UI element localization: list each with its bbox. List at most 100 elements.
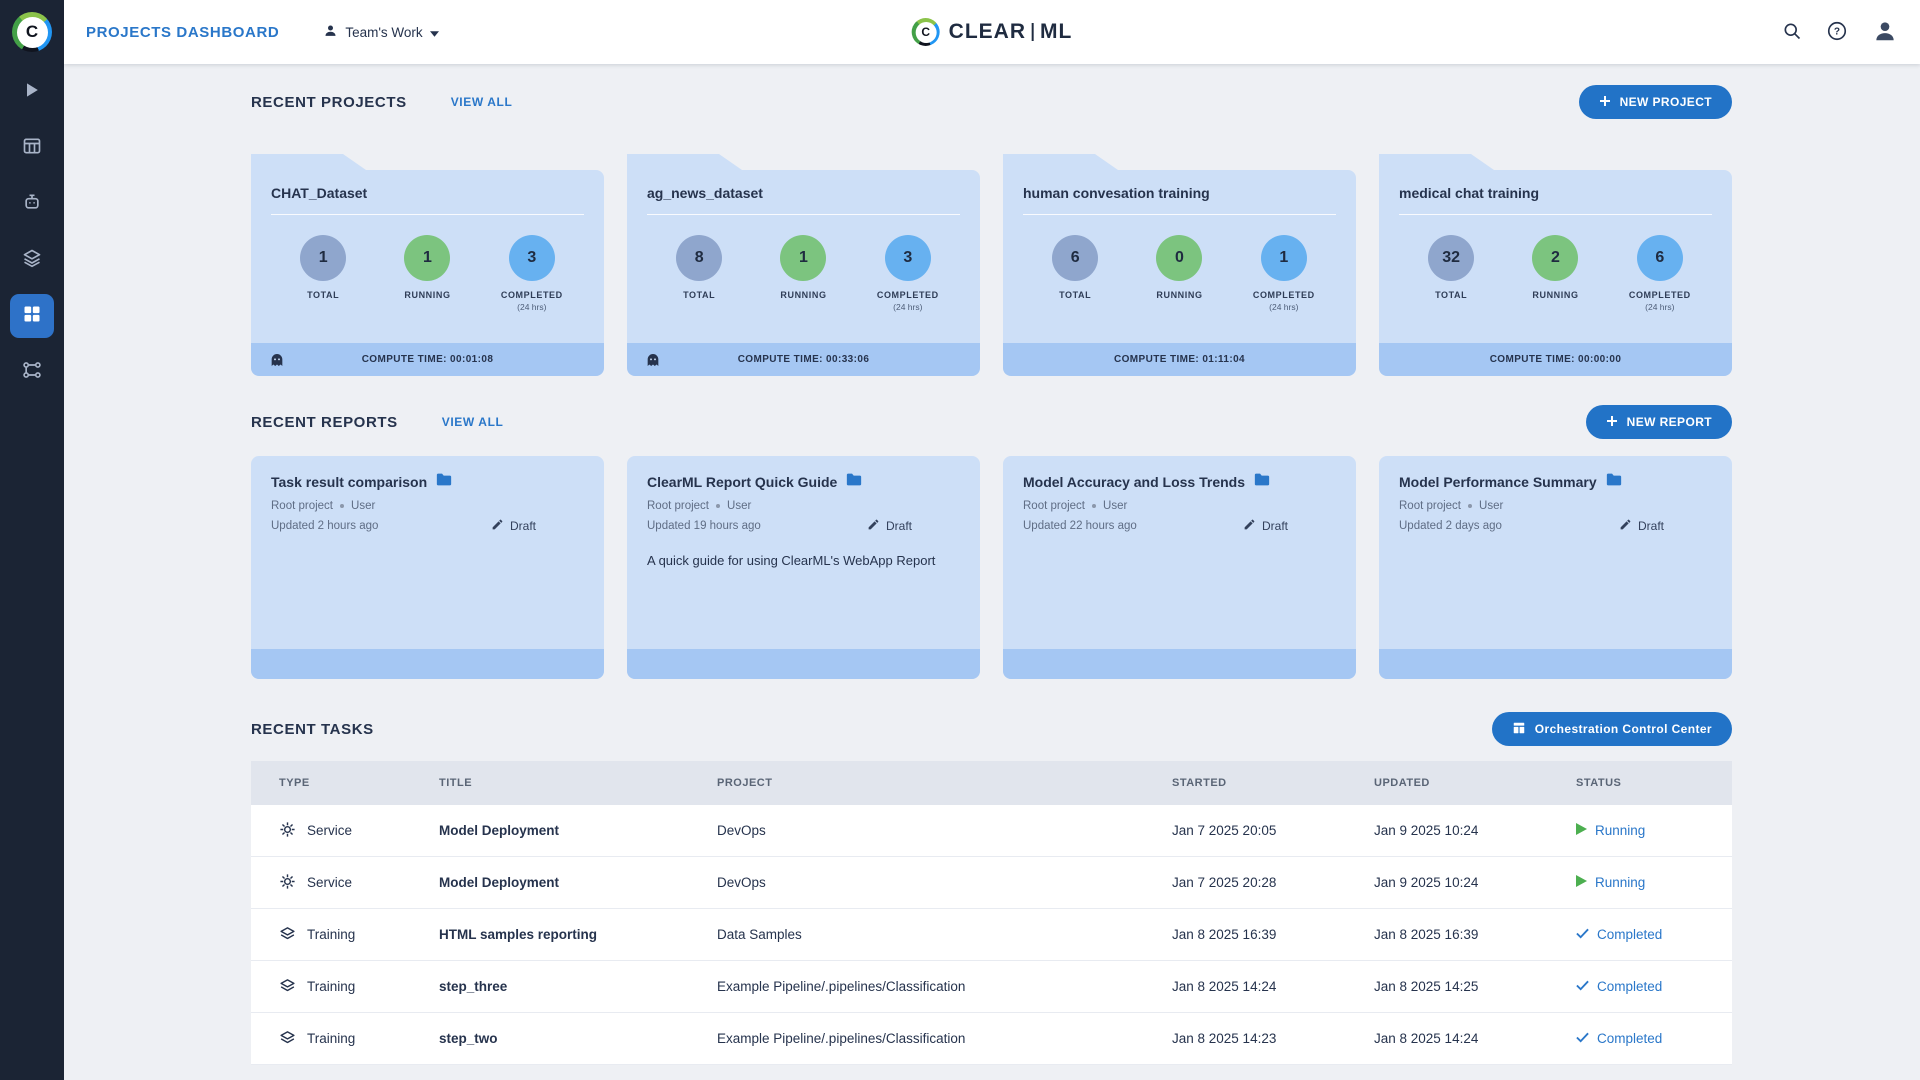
running-count-badge: 1 bbox=[780, 235, 827, 281]
report-updated: Updated 22 hours ago bbox=[1023, 520, 1137, 532]
report-project: Root project bbox=[647, 500, 710, 512]
stat-completed: 1 COMPLETED (24 hrs) bbox=[1244, 235, 1324, 312]
folder-icon bbox=[1606, 473, 1622, 491]
report-title: Task result comparison bbox=[271, 474, 428, 490]
training-icon bbox=[279, 1029, 296, 1049]
report-card-model-performance-summary[interactable]: Model Performance Summary Root project U… bbox=[1379, 456, 1732, 679]
main-column: PROJECTS DASHBOARD Team's Work C CLEAR M… bbox=[64, 0, 1920, 1080]
running-icon bbox=[1576, 823, 1587, 838]
table-row[interactable]: Service Model Deployment DevOps Jan 7 20… bbox=[251, 805, 1732, 857]
recent-reports-title: RECENT REPORTS bbox=[251, 413, 398, 431]
task-title: step_two bbox=[439, 1031, 498, 1046]
workspace-selector[interactable]: Team's Work bbox=[323, 23, 439, 41]
sidebar-item-projects[interactable] bbox=[10, 126, 54, 170]
report-card-clearml-report-quick-guide[interactable]: ClearML Report Quick Guide Root project … bbox=[627, 456, 980, 679]
task-project: Example Pipeline/.pipelines/Classificati… bbox=[717, 979, 966, 994]
svg-text:?: ? bbox=[1834, 26, 1840, 37]
folder-tab bbox=[1379, 154, 1494, 170]
report-title-row: Task result comparison bbox=[271, 473, 584, 491]
separator-dot bbox=[716, 504, 721, 508]
table-row[interactable]: Training step_three Example Pipeline/.pi… bbox=[251, 961, 1732, 1013]
completed-label: COMPLETED bbox=[876, 290, 939, 300]
projects-view-all-link[interactable]: VIEW ALL bbox=[451, 95, 513, 109]
project-stats: 1 TOTAL 1 RUNNING 3 COMPLETED (24 hrs) bbox=[271, 235, 584, 312]
grid-icon bbox=[1512, 721, 1526, 738]
reports-view-all-link[interactable]: VIEW ALL bbox=[442, 415, 504, 429]
task-started: Jan 8 2025 14:24 bbox=[1172, 979, 1277, 994]
project-card-body: ag_news_dataset 8 TOTAL 1 RUNNING 3 COMP… bbox=[627, 170, 980, 343]
task-title: HTML samples reporting bbox=[439, 927, 598, 942]
compute-time-bar: COMPUTE TIME: 01:11:04 bbox=[1003, 343, 1356, 376]
recent-tasks-header: RECENT TASKS Orchestration Control Cente… bbox=[251, 711, 1732, 747]
new-report-button[interactable]: NEW REPORT bbox=[1585, 405, 1732, 439]
stat-total: 6 TOTAL bbox=[1035, 235, 1115, 312]
plus-icon bbox=[1599, 95, 1611, 110]
report-card-model-accuracy-and-loss-trends[interactable]: Model Accuracy and Loss Trends Root proj… bbox=[1003, 456, 1356, 679]
report-card-body: Model Performance Summary Root project U… bbox=[1379, 456, 1732, 569]
clearml-brand: C CLEAR ML bbox=[911, 18, 1073, 46]
help-button[interactable]: ? bbox=[1826, 20, 1848, 45]
clearml-brand-text: CLEAR ML bbox=[949, 20, 1073, 44]
table-row[interactable]: Service Model Deployment DevOps Jan 7 20… bbox=[251, 857, 1732, 909]
training-icon bbox=[279, 925, 296, 945]
stat-running: 1 RUNNING bbox=[763, 235, 843, 312]
compute-time-bar: COMPUTE TIME: 00:33:06 bbox=[627, 343, 980, 376]
stat-total: 8 TOTAL bbox=[659, 235, 739, 312]
project-card-ag-news-dataset[interactable]: ag_news_dataset 8 TOTAL 1 RUNNING 3 COMP… bbox=[627, 154, 980, 376]
table-row[interactable]: Training HTML samples reporting Data Sam… bbox=[251, 909, 1732, 961]
report-cards-row: Task result comparison Root project User… bbox=[251, 456, 1732, 679]
separator-dot bbox=[1468, 504, 1473, 508]
total-count-badge: 1 bbox=[300, 235, 347, 281]
report-status-label: Draft bbox=[1637, 519, 1664, 533]
pencil-icon bbox=[1619, 518, 1632, 534]
pencil-icon bbox=[491, 518, 504, 534]
sidebar-item-workers[interactable] bbox=[10, 182, 54, 226]
sidebar-item-reports[interactable] bbox=[10, 294, 54, 338]
report-updated: Updated 2 days ago bbox=[1399, 520, 1502, 532]
brand-left: CLEAR bbox=[948, 20, 1027, 43]
sidebar-item-datasets[interactable] bbox=[10, 238, 54, 282]
sidebar-item-pipelines[interactable] bbox=[10, 350, 54, 394]
new-project-button[interactable]: NEW PROJECT bbox=[1578, 85, 1732, 119]
task-project: Data Samples bbox=[717, 927, 802, 942]
recent-projects-title: RECENT PROJECTS bbox=[251, 93, 407, 111]
report-updated: Updated 19 hours ago bbox=[647, 520, 761, 532]
orchestration-control-center-button[interactable]: Orchestration Control Center bbox=[1491, 712, 1732, 746]
project-card-body: medical chat training 32 TOTAL 2 RUNNING bbox=[1379, 170, 1732, 343]
clearml-brand-letter: C bbox=[915, 21, 937, 43]
project-stats: 6 TOTAL 0 RUNNING 1 COMPLETED (24 hrs) bbox=[1023, 235, 1336, 312]
project-name: medical chat training bbox=[1399, 185, 1712, 215]
clearml-logo-icon[interactable]: C bbox=[12, 12, 52, 52]
task-status: Completed bbox=[1597, 927, 1663, 942]
sidebar-item-dashboard[interactable] bbox=[10, 70, 54, 114]
ghost-icon bbox=[269, 352, 285, 368]
report-title-row: ClearML Report Quick Guide bbox=[647, 473, 960, 491]
report-card-task-result-comparison[interactable]: Task result comparison Root project User… bbox=[251, 456, 604, 679]
service-icon bbox=[279, 821, 296, 841]
table-row[interactable]: Training step_two Example Pipeline/.pipe… bbox=[251, 1013, 1732, 1065]
task-type: Service bbox=[307, 875, 353, 890]
profile-button[interactable] bbox=[1872, 18, 1898, 47]
project-card-human-conversation-training[interactable]: human convesation training 6 TOTAL 0 RUN… bbox=[1003, 154, 1356, 376]
folder-tab bbox=[1003, 154, 1118, 170]
report-status-badge: Draft bbox=[1619, 518, 1664, 534]
column-started: STARTED bbox=[1172, 777, 1227, 789]
pencil-icon bbox=[867, 518, 880, 534]
sidebar: C bbox=[0, 0, 64, 1080]
running-label: RUNNING bbox=[1156, 290, 1203, 300]
project-card-chat-dataset[interactable]: CHAT_Dataset 1 TOTAL 1 RUNNING 3 COMPLET… bbox=[251, 154, 604, 376]
user-icon bbox=[323, 23, 338, 41]
report-card-body: Task result comparison Root project User… bbox=[251, 456, 604, 569]
search-button[interactable] bbox=[1782, 21, 1802, 44]
completed-icon bbox=[1576, 1031, 1589, 1046]
brand-separator bbox=[1032, 23, 1035, 41]
project-card-medical-chat-training[interactable]: medical chat training 32 TOTAL 2 RUNNING bbox=[1379, 154, 1732, 376]
task-project: Example Pipeline/.pipelines/Classificati… bbox=[717, 1031, 966, 1046]
recent-tasks-title: RECENT TASKS bbox=[251, 720, 374, 738]
project-name: CHAT_Dataset bbox=[271, 185, 584, 215]
folder-icon bbox=[436, 473, 452, 491]
running-label: RUNNING bbox=[1532, 290, 1579, 300]
report-card-footer bbox=[1003, 649, 1356, 679]
stat-running: 0 RUNNING bbox=[1139, 235, 1219, 312]
report-card-footer bbox=[1379, 649, 1732, 679]
